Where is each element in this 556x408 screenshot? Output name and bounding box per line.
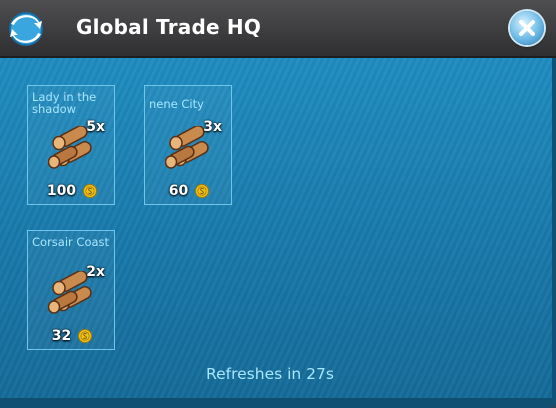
simoleon-coin-icon (195, 183, 210, 198)
trade-offer-card[interactable]: Corsair Coast 2x 32 (27, 230, 115, 350)
offer-price-row: 32 (28, 325, 116, 344)
close-icon (519, 20, 535, 36)
simoleon-coin-icon (83, 183, 98, 198)
offer-city-name: Corsair Coast (32, 235, 110, 249)
offer-city-name: Lady in the shadow (32, 90, 97, 116)
dialog-header: Global Trade HQ (0, 0, 556, 58)
dialog-title: Global Trade HQ (76, 15, 262, 39)
trade-panel: Lady in the shadow 5x 100 nene City 3x 6… (0, 58, 556, 408)
globe-arrows-icon (9, 12, 43, 46)
offer-quantity: 2x (86, 264, 105, 280)
offer-price: 100 (46, 182, 77, 199)
trade-offer-card[interactable]: nene City 3x 60 (144, 85, 232, 205)
offer-quantity: 3x (203, 119, 222, 135)
offer-city-name: nene City (149, 97, 204, 111)
close-button[interactable] (510, 11, 544, 45)
offer-price-row: 100 (28, 180, 116, 199)
game-screen: Global Trade HQ Lady in the shadow 5x 10… (0, 0, 556, 408)
offer-quantity: 5x (86, 119, 105, 135)
offer-price-row: 60 (145, 180, 233, 199)
offer-price: 32 (51, 327, 72, 344)
refresh-timer: Refreshes in 27s (206, 365, 334, 383)
trade-offer-card[interactable]: Lady in the shadow 5x 100 (27, 85, 115, 205)
offer-price: 60 (168, 182, 189, 199)
simoleon-coin-icon (78, 328, 93, 343)
